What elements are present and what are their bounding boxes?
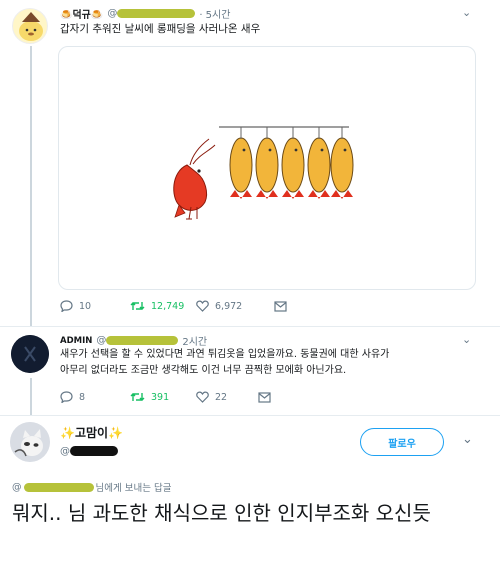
tweet-actions: 8 391 22 [60, 391, 271, 403]
display-name[interactable]: ADMIN [60, 336, 92, 346]
tweet-text-line-2: 아무리 없더라도 조금만 생각해도 이건 너무 끔찍한 모에화 아닌가요. [60, 365, 347, 376]
reply-count: 8 [79, 391, 86, 403]
retweet-count: 391 [151, 391, 170, 403]
like-button[interactable]: 6,972 [196, 300, 274, 312]
cat-avatar-icon [10, 422, 50, 462]
retweet-button[interactable]: 391 [130, 391, 196, 403]
chevron-down-icon[interactable]: ⌄ [462, 333, 471, 346]
follow-button[interactable]: 팔로우 [360, 428, 444, 456]
redacted-handle [106, 335, 179, 345]
handle-row: @ [60, 446, 118, 457]
tweet-header: 🍮덕규🍮 @ · 5시간 [60, 6, 230, 21]
reply-button[interactable]: 10 [60, 300, 130, 312]
reply-count: 10 [79, 300, 92, 312]
heart-icon [196, 300, 209, 312]
handle[interactable]: @ [96, 335, 179, 346]
like-count: 22 [215, 391, 228, 403]
retweet-icon [130, 393, 145, 401]
handle[interactable]: @ [60, 446, 118, 457]
tweet-header: ✨고맘이✨ [60, 424, 123, 441]
tweet-header: ADMIN @ 2시간 [60, 333, 207, 348]
direct-message-button[interactable] [274, 300, 287, 312]
avatar[interactable] [10, 422, 50, 462]
retweet-icon [130, 302, 145, 310]
tweet-text: 뭐지.. 님 과도한 채식으로 인한 인지부조화 오신듯 [12, 501, 431, 525]
dark-avatar-icon [11, 335, 49, 373]
envelope-icon [258, 391, 271, 403]
redacted-handle [70, 446, 118, 456]
avatar[interactable] [12, 8, 48, 44]
tweet-text-line-1: 새우가 선택을 할 수 있었다면 과연 튀김옷을 입었을까요. 동물권에 대한 … [60, 349, 390, 360]
retweet-button[interactable]: 12,749 [130, 300, 196, 312]
display-name[interactable]: ✨고맘이✨ [60, 424, 123, 441]
reply-to-context: @ 님에게 보내는 답글 [12, 481, 172, 495]
pompompurin-avatar-icon [19, 12, 43, 41]
chevron-down-icon[interactable]: ⌄ [462, 6, 471, 19]
tweet-1[interactable]: 🍮덕규🍮 @ · 5시간 ⌄ 갑자기 추워진 날씨에 롱패딩을 사러나온 새우 [0, 0, 500, 326]
reply-icon [60, 300, 73, 312]
chevron-down-icon[interactable]: ⌄ [462, 432, 473, 447]
like-button[interactable]: 22 [196, 391, 258, 403]
envelope-icon [274, 300, 287, 312]
reply-icon [60, 391, 73, 403]
shrimp-drawing-image [173, 126, 354, 220]
redacted-reply-handle[interactable] [23, 482, 94, 492]
retweet-count: 12,749 [151, 300, 185, 312]
redacted-handle [117, 8, 196, 18]
like-count: 6,972 [215, 300, 243, 312]
handle[interactable]: @ [107, 8, 196, 19]
tweet-actions: 10 12,749 6,972 [60, 300, 287, 312]
reply-button[interactable]: 8 [60, 391, 130, 403]
tweet-text: 갑자기 추워진 날씨에 롱패딩을 사러나온 새우 [60, 23, 261, 35]
display-name[interactable]: 🍮덕규🍮 [60, 6, 103, 21]
tweet-2[interactable]: ADMIN @ 2시간 ⌄ 새우가 선택을 할 수 있었다면 과연 튀김옷을 입… [0, 327, 500, 415]
heart-icon [196, 391, 209, 403]
tweet-image[interactable] [58, 46, 476, 290]
reply-to-label: 님에게 보내는 답글 [95, 483, 172, 494]
direct-message-button[interactable] [258, 391, 271, 403]
timestamp[interactable]: 2시간 [182, 333, 207, 348]
avatar[interactable] [11, 335, 49, 373]
timestamp[interactable]: · 5시간 [199, 6, 230, 21]
